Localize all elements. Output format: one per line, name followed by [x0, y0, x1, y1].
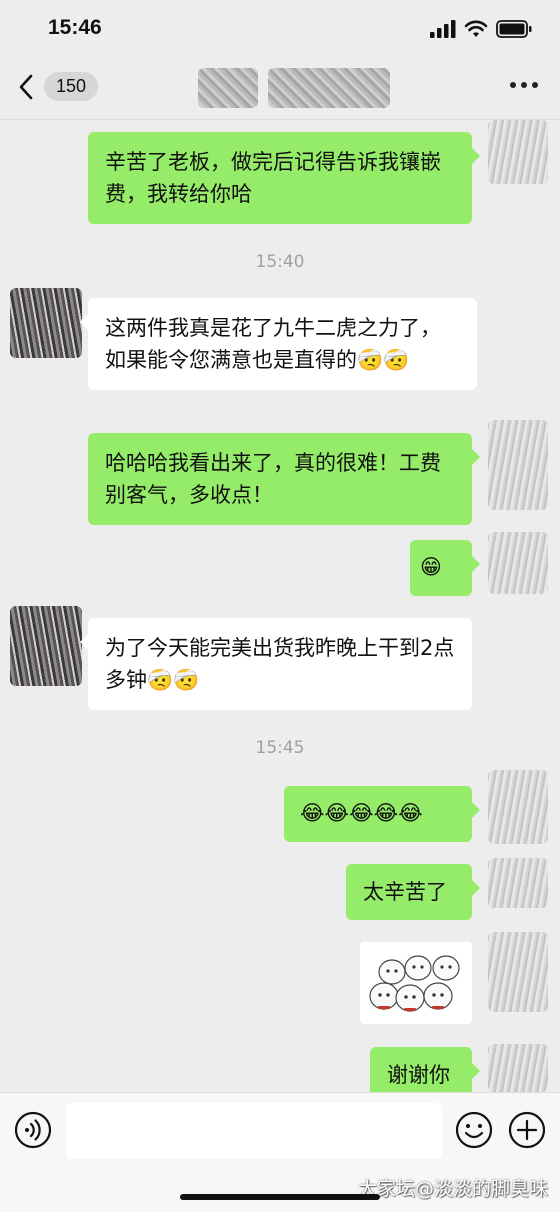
status-time: 15:46: [48, 16, 102, 39]
chat-header: 150: [0, 62, 560, 120]
unread-count-badge: 150: [44, 72, 99, 101]
dot: [532, 82, 538, 88]
battery-icon: [496, 20, 532, 38]
dog-sticker-icon: [369, 955, 460, 1012]
outgoing-message[interactable]: 哈哈哈我看出来了，真的很难！工费别客气，多收点！: [88, 433, 480, 525]
plus-icon: [508, 1111, 546, 1149]
voice-icon: [14, 1111, 52, 1149]
my-avatar[interactable]: [488, 1044, 548, 1092]
my-avatar[interactable]: [488, 532, 548, 594]
contact-avatar[interactable]: [10, 288, 82, 358]
home-indicator[interactable]: [180, 1194, 380, 1200]
status-bar: 15:46: [0, 0, 560, 62]
contact-avatar[interactable]: [10, 606, 82, 686]
message-timestamp: 15:45: [255, 738, 305, 758]
emoji-icon: [455, 1111, 493, 1149]
outgoing-message[interactable]: 辛苦了老板，做完后记得告诉我镶嵌费，我转给你哈: [88, 132, 480, 224]
dot: [521, 82, 527, 88]
more-options-button[interactable]: [510, 82, 538, 88]
back-button[interactable]: 150: [18, 72, 99, 101]
dot: [510, 82, 516, 88]
outgoing-message[interactable]: 太辛苦了: [346, 864, 480, 920]
watermark: 大家坛@淡淡的脚臭味: [357, 1178, 548, 1200]
my-avatar[interactable]: [488, 858, 548, 908]
incoming-message[interactable]: 为了今天能完美出货我昨晚上干到2点多钟🤕🤕: [80, 618, 472, 710]
message-text-input[interactable]: [66, 1103, 442, 1159]
outgoing-message[interactable]: 😁: [410, 540, 480, 596]
more-functions-button[interactable]: [508, 1111, 546, 1153]
chat-title-redacted: [268, 68, 390, 108]
my-avatar[interactable]: [488, 420, 548, 510]
outgoing-message[interactable]: 😂😂😂😂😂: [284, 786, 480, 842]
signal-icon: [430, 20, 456, 38]
voice-input-button[interactable]: [14, 1111, 52, 1153]
chat-title-redacted: [198, 68, 258, 108]
sticker-image[interactable]: [360, 942, 472, 1024]
chevron-left-icon: [19, 74, 33, 99]
status-icons: [430, 20, 532, 38]
my-avatar[interactable]: [488, 120, 548, 184]
my-avatar[interactable]: [488, 932, 548, 1012]
message-timestamp: 15:40: [255, 252, 305, 272]
incoming-message[interactable]: 这两件我真是花了九牛二虎之力了，如果能令您满意也是直得的🤕🤕: [80, 298, 477, 390]
wifi-icon: [464, 20, 488, 37]
emoji-button[interactable]: [455, 1111, 493, 1153]
my-avatar[interactable]: [488, 770, 548, 844]
